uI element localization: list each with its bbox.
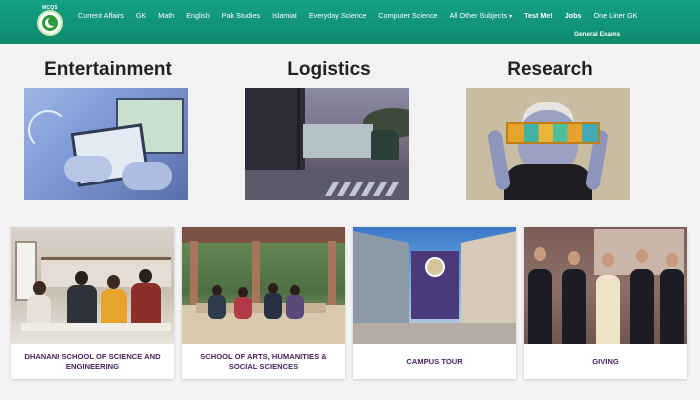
- nav-gk[interactable]: GK: [130, 11, 152, 20]
- feature-title: Logistics: [287, 59, 371, 80]
- card-label: CAMPUS TOUR: [406, 356, 463, 366]
- feature-entertainment: Entertainment: [24, 59, 192, 200]
- card-school-of-arts[interactable]: SCHOOL OF ARTS, HUMANITIES & SOCIAL SCIE…: [182, 227, 345, 379]
- nav-english[interactable]: English: [180, 11, 216, 20]
- logo-text: MCQS: [42, 5, 58, 11]
- nav-one-liner-gk[interactable]: One Liner GK: [588, 11, 644, 20]
- nav-all-other-subjects[interactable]: All Other Subjects ▾: [444, 11, 519, 20]
- card-dhanani-school[interactable]: DHANANI SCHOOL OF SCIENCE AND ENGINEERIN…: [11, 227, 174, 379]
- chevron-down-icon: ▾: [509, 13, 513, 20]
- logistics-image[interactable]: [245, 88, 409, 200]
- feature-title: Entertainment: [44, 59, 172, 80]
- card-label: GIVING: [592, 356, 619, 366]
- nav-islamiat[interactable]: Islamiat: [266, 11, 303, 20]
- main-menu: Current Affairs GK Math English Pak Stud…: [72, 8, 643, 22]
- feature-research: Research: [466, 59, 634, 200]
- nav-jobs[interactable]: Jobs: [559, 11, 588, 20]
- nav-test-me[interactable]: Test Me!: [518, 11, 559, 20]
- card-campus-tour[interactable]: CAMPUS TOUR: [353, 227, 516, 379]
- nav-all-other-subjects-label: All Other Subjects: [449, 10, 508, 20]
- top-navbar: MCQS Current Affairs GK Math English Pak…: [0, 0, 700, 44]
- giving-photo: [524, 227, 687, 344]
- card-label: DHANANI SCHOOL OF SCIENCE AND ENGINEERIN…: [24, 351, 161, 371]
- feature-section: Entertainment Logistics Research: [0, 44, 700, 222]
- nav-pak-studies[interactable]: Pak Studies: [216, 11, 266, 20]
- feature-logistics: Logistics: [245, 59, 413, 200]
- nav-current-affairs[interactable]: Current Affairs: [72, 11, 130, 20]
- card-label: SCHOOL OF ARTS, HUMANITIES & SOCIAL SCIE…: [200, 351, 327, 371]
- nav-math[interactable]: Math: [152, 11, 180, 20]
- nav-everyday-science[interactable]: Everyday Science: [303, 11, 373, 20]
- entertainment-image[interactable]: [24, 88, 188, 200]
- card-giving[interactable]: GIVING: [524, 227, 687, 379]
- research-image[interactable]: [466, 88, 630, 200]
- feature-title: Research: [507, 59, 593, 80]
- nav-computer-science[interactable]: Computer Science: [372, 11, 443, 20]
- gazebo-photo: [182, 227, 345, 344]
- campus-photo: [353, 227, 516, 344]
- lab-photo: [11, 227, 174, 344]
- site-logo-icon[interactable]: [37, 10, 63, 36]
- nav-general-exams[interactable]: General Exams: [574, 31, 620, 38]
- cards-section: DHANANI SCHOOL OF SCIENCE AND ENGINEERIN…: [0, 222, 700, 400]
